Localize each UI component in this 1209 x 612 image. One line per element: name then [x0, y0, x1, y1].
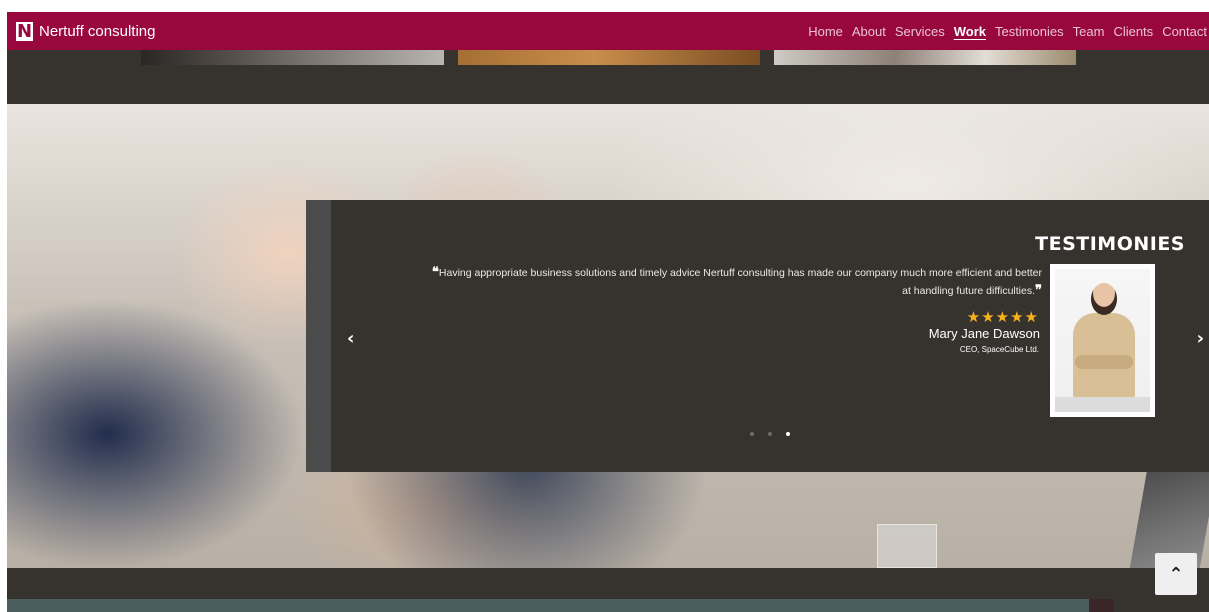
brand-name: Nertuff consulting: [39, 22, 156, 40]
testimonial-quote-text: Having appropriate business solutions an…: [438, 267, 1042, 297]
nav-link-contact[interactable]: Contact: [1162, 24, 1207, 39]
carousel-dot-2[interactable]: [768, 432, 772, 436]
main-nav: Home About Services Work Testimonies Tea…: [808, 24, 1209, 39]
work-image-2[interactable]: [458, 50, 760, 65]
nav-link-clients[interactable]: Clients: [1113, 24, 1153, 39]
nav-link-team[interactable]: Team: [1073, 24, 1105, 39]
portrait-head: [1091, 283, 1117, 315]
chevron-up-icon: ⌃: [1168, 563, 1184, 585]
carousel-next-icon[interactable]: ›: [1197, 328, 1204, 349]
brand[interactable]: N Nertuff consulting: [16, 20, 156, 42]
quote-open-icon: ❝: [431, 265, 439, 280]
nav-link-about[interactable]: About: [852, 24, 886, 39]
work-image-1[interactable]: [141, 50, 444, 65]
star-rating-icon: ★★★★★: [966, 309, 1039, 326]
page: N Nertuff consulting Home About Services…: [7, 12, 1209, 612]
nav-link-services[interactable]: Services: [895, 24, 945, 39]
testimonials-hero: TESTIMONIES ❝Having appropriate business…: [7, 104, 1209, 568]
panel-accent-bar: [306, 200, 331, 472]
testimonial-carousel: TESTIMONIES ❝Having appropriate business…: [306, 200, 1209, 472]
nav-link-home[interactable]: Home: [808, 24, 843, 39]
testimonial-quote: ❝Having appropriate business solutions a…: [426, 264, 1042, 300]
testimonial-author-name: Mary Jane Dawson: [928, 326, 1040, 341]
nav-link-work[interactable]: Work: [954, 24, 986, 39]
portrait-base: [1055, 397, 1150, 412]
testimonial-author-photo: [1050, 264, 1155, 417]
carousel-dot-1[interactable]: [750, 432, 754, 436]
back-to-top-button[interactable]: ⌃: [1155, 553, 1197, 595]
nav-link-testimonies[interactable]: Testimonies: [995, 24, 1064, 39]
brand-logo-icon: N: [16, 20, 33, 42]
quote-close-icon: ❞: [1035, 283, 1042, 298]
hero-background-glass: [877, 524, 937, 568]
navbar: N Nertuff consulting Home About Services…: [7, 12, 1209, 50]
section-title: TESTIMONIES: [1035, 233, 1185, 255]
next-section-accent: [1089, 599, 1114, 612]
author-portrait: [1055, 269, 1150, 412]
work-image-3[interactable]: [774, 50, 1076, 65]
portrait-arms: [1075, 355, 1133, 369]
next-section: [7, 599, 1089, 612]
carousel-prev-icon[interactable]: ‹: [347, 328, 354, 349]
testimonial-author-role: CEO, SpaceCube Ltd.: [959, 345, 1039, 354]
carousel-dot-3[interactable]: [786, 432, 790, 436]
carousel-indicators: [750, 432, 790, 436]
